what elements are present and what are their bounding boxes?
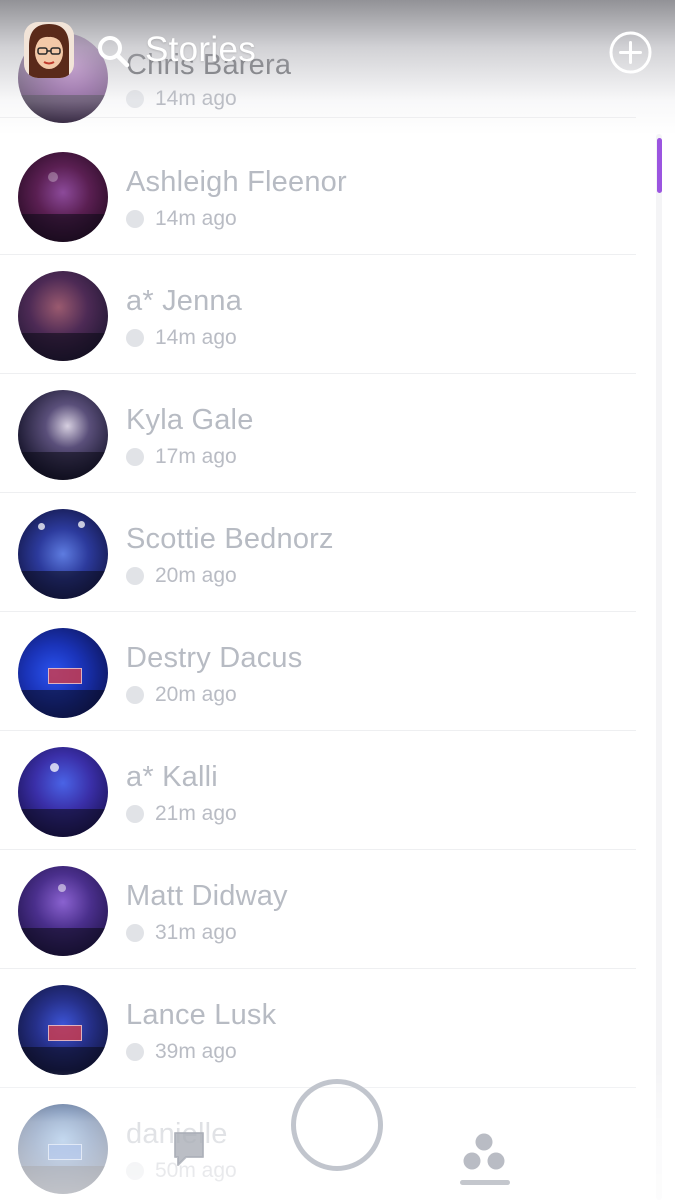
story-time: 14m ago bbox=[155, 87, 237, 110]
time-indicator-icon bbox=[126, 686, 144, 704]
bitmoji-avatar-icon[interactable] bbox=[24, 22, 74, 78]
stage-sign bbox=[48, 668, 82, 684]
story-name: Matt Didway bbox=[126, 880, 288, 912]
story-time-row: 31m ago bbox=[126, 921, 237, 945]
story-time: 17m ago bbox=[155, 445, 237, 468]
story-name: Ashleigh Fleenor bbox=[126, 166, 347, 198]
story-avatar[interactable] bbox=[18, 985, 108, 1075]
stage-sign bbox=[48, 1025, 82, 1041]
time-indicator-icon bbox=[126, 1043, 144, 1061]
time-indicator-icon bbox=[126, 90, 144, 108]
story-time-row: 21m ago bbox=[126, 802, 237, 826]
stage-light bbox=[50, 763, 59, 772]
story-time: 39m ago bbox=[155, 1040, 237, 1063]
story-time-row: 20m ago bbox=[126, 564, 237, 588]
story-row[interactable]: Lance Lusk 39m ago bbox=[0, 970, 636, 1088]
crowd-silhouette bbox=[18, 1166, 108, 1194]
story-row[interactable]: Scottie Bednorz 20m ago bbox=[0, 494, 636, 612]
story-avatar[interactable] bbox=[18, 747, 108, 837]
time-indicator-icon bbox=[126, 329, 144, 347]
stage-sign bbox=[48, 1144, 82, 1160]
crowd-silhouette bbox=[18, 95, 108, 123]
story-avatar[interactable] bbox=[18, 152, 108, 242]
story-time-row: 17m ago bbox=[126, 445, 237, 469]
crowd-silhouette bbox=[18, 1047, 108, 1075]
crowd-silhouette bbox=[18, 928, 108, 956]
story-list[interactable]: Chris Barera 14m ago Ashleigh Fleenor 14… bbox=[0, 0, 660, 1200]
story-row[interactable]: Kyla Gale 17m ago bbox=[0, 375, 636, 493]
story-time: 21m ago bbox=[155, 802, 237, 825]
story-avatar[interactable] bbox=[18, 866, 108, 956]
story-time: 31m ago bbox=[155, 921, 237, 944]
story-avatar[interactable] bbox=[18, 1104, 108, 1194]
story-row[interactable]: a* Jenna 14m ago bbox=[0, 256, 636, 374]
story-time-row: 20m ago bbox=[126, 683, 237, 707]
crowd-silhouette bbox=[18, 571, 108, 599]
stage-light bbox=[58, 884, 66, 892]
story-time-row: 14m ago bbox=[126, 87, 237, 111]
stage-light bbox=[38, 523, 45, 530]
story-time-row: 14m ago bbox=[126, 326, 237, 350]
capture-button[interactable] bbox=[291, 1079, 383, 1171]
add-circle-icon[interactable] bbox=[608, 30, 653, 75]
story-time-row: 14m ago bbox=[126, 207, 237, 231]
stage-light bbox=[78, 521, 85, 528]
story-row[interactable]: a* Kalli 21m ago bbox=[0, 732, 636, 850]
time-indicator-icon bbox=[126, 1162, 144, 1180]
crowd-silhouette bbox=[18, 690, 108, 718]
crowd-silhouette bbox=[18, 214, 108, 242]
stage-light bbox=[48, 172, 58, 182]
story-row[interactable]: Matt Didway 31m ago bbox=[0, 851, 636, 969]
story-avatar[interactable] bbox=[18, 628, 108, 718]
active-tab-indicator bbox=[460, 1180, 510, 1185]
story-name: a* Kalli bbox=[126, 761, 218, 793]
time-indicator-icon bbox=[126, 448, 144, 466]
story-name: a* Jenna bbox=[126, 285, 243, 317]
search-icon[interactable] bbox=[96, 34, 130, 68]
story-name: Scottie Bednorz bbox=[126, 523, 334, 555]
story-time: 20m ago bbox=[155, 683, 237, 706]
story-avatar[interactable] bbox=[18, 271, 108, 361]
time-indicator-icon bbox=[126, 567, 144, 585]
story-row[interactable]: Ashleigh Fleenor 14m ago bbox=[0, 137, 636, 255]
time-indicator-icon bbox=[126, 924, 144, 942]
story-avatar[interactable] bbox=[18, 390, 108, 480]
crowd-silhouette bbox=[18, 452, 108, 480]
time-indicator-icon bbox=[126, 210, 144, 228]
bitmoji-avatar-graphic bbox=[24, 22, 74, 78]
story-name: Kyla Gale bbox=[126, 404, 254, 436]
story-time: 20m ago bbox=[155, 564, 237, 587]
time-indicator-icon bbox=[126, 805, 144, 823]
crowd-silhouette bbox=[18, 333, 108, 361]
crowd-silhouette bbox=[18, 809, 108, 837]
story-name: Destry Dacus bbox=[126, 642, 303, 674]
story-row[interactable]: Destry Dacus 20m ago bbox=[0, 613, 636, 731]
chat-icon[interactable] bbox=[172, 1130, 206, 1168]
scrollbar-track[interactable] bbox=[656, 134, 662, 1200]
story-time: 14m ago bbox=[155, 207, 237, 230]
story-avatar[interactable] bbox=[18, 509, 108, 599]
page-title: Stories bbox=[145, 30, 257, 69]
story-time: 14m ago bbox=[155, 326, 237, 349]
story-time-row: 39m ago bbox=[126, 1040, 237, 1064]
scrollbar-thumb[interactable] bbox=[657, 138, 662, 193]
story-name: Lance Lusk bbox=[126, 999, 277, 1031]
stories-icon[interactable] bbox=[462, 1132, 506, 1172]
